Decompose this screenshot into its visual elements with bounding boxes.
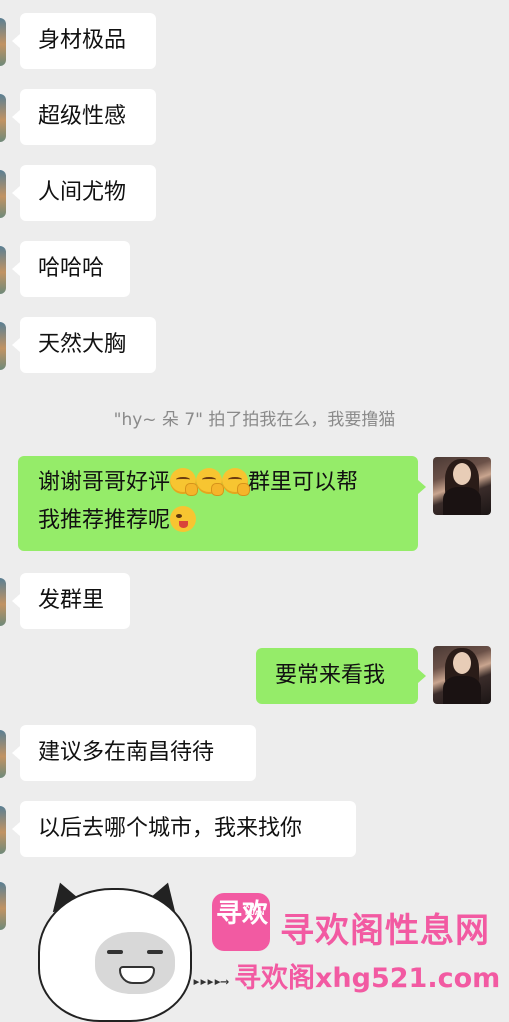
message-text: 我推荐推荐呢: [38, 508, 171, 533]
bubble-tail: [418, 669, 426, 683]
bubble-tail: [12, 34, 20, 48]
message-bubble[interactable]: 建议多在南昌待待: [20, 725, 256, 781]
contact-avatar[interactable]: [0, 18, 6, 66]
contact-avatar[interactable]: [0, 322, 6, 370]
contact-avatar[interactable]: [0, 806, 6, 854]
message-bubble[interactable]: 要常来看我: [256, 648, 418, 704]
message-text: 发群里: [38, 588, 105, 613]
message-text: 建议多在南昌待待: [38, 740, 215, 765]
watermark-title: 寻欢阁性息网: [280, 911, 490, 951]
bubble-tail: [12, 746, 20, 760]
contact-avatar[interactable]: [0, 170, 6, 218]
bubble-tail: [12, 338, 20, 352]
message-text: 要常来看我: [275, 663, 386, 688]
message-bubble[interactable]: 天然大胸: [20, 317, 156, 373]
message-bubble[interactable]: 以后去哪个城市，我来找你: [20, 801, 356, 857]
contact-avatar[interactable]: [0, 730, 6, 778]
message-text: 谢谢哥哥好评: [38, 470, 171, 495]
message-text: 哈哈哈: [38, 256, 105, 281]
contact-avatar[interactable]: [0, 578, 6, 626]
message-text: 以后去哪个城市，我来找你: [38, 816, 303, 841]
thinking-face-icon: [196, 468, 225, 496]
message-text: 人间尤物: [38, 180, 127, 205]
message-bubble[interactable]: 身材极品: [20, 13, 156, 69]
pat-notification: "hy~ 朵 7" 拍了拍我在么，我要撸猫: [113, 410, 396, 430]
message-line: 谢谢哥哥好评 群里可以帮: [38, 464, 418, 502]
logo-subtext: XUN HUAN: [245, 903, 265, 917]
message-line: 我推荐推荐呢: [38, 502, 418, 540]
bubble-tail: [12, 822, 20, 836]
message-text: 超级性感: [38, 104, 127, 129]
cat-face-sticker[interactable]: [18, 877, 208, 1022]
contact-avatar[interactable]: [0, 94, 6, 142]
bubble-tail: [12, 594, 20, 608]
thinking-face-icon: [170, 468, 199, 496]
bubble-tail: [12, 262, 20, 276]
contact-avatar[interactable]: [0, 246, 6, 294]
watermark-url: 寻欢阁xhg521.com: [234, 963, 501, 994]
message-text: 天然大胸: [38, 332, 127, 357]
arrow-decoration: ▸▸▸▸→: [192, 972, 229, 990]
message-text: 身材极品: [38, 28, 127, 53]
message-text: 群里可以帮: [248, 470, 359, 495]
bubble-tail: [418, 480, 426, 494]
message-bubble[interactable]: 发群里: [20, 573, 130, 629]
bubble-tail: [12, 186, 20, 200]
winking-tongue-face-icon: [170, 506, 197, 532]
message-bubble[interactable]: 哈哈哈: [20, 241, 130, 297]
thinking-face-icon: [222, 468, 251, 496]
user-avatar[interactable]: [433, 457, 491, 515]
site-logo: 寻欢 XUN HUAN: [212, 893, 270, 951]
message-bubble[interactable]: 谢谢哥哥好评 群里可以帮 我推荐推荐呢: [18, 456, 418, 551]
contact-avatar[interactable]: [0, 882, 6, 930]
bubble-tail: [12, 110, 20, 124]
message-bubble[interactable]: 超级性感: [20, 89, 156, 145]
user-avatar[interactable]: [433, 646, 491, 704]
message-bubble[interactable]: 人间尤物: [20, 165, 156, 221]
